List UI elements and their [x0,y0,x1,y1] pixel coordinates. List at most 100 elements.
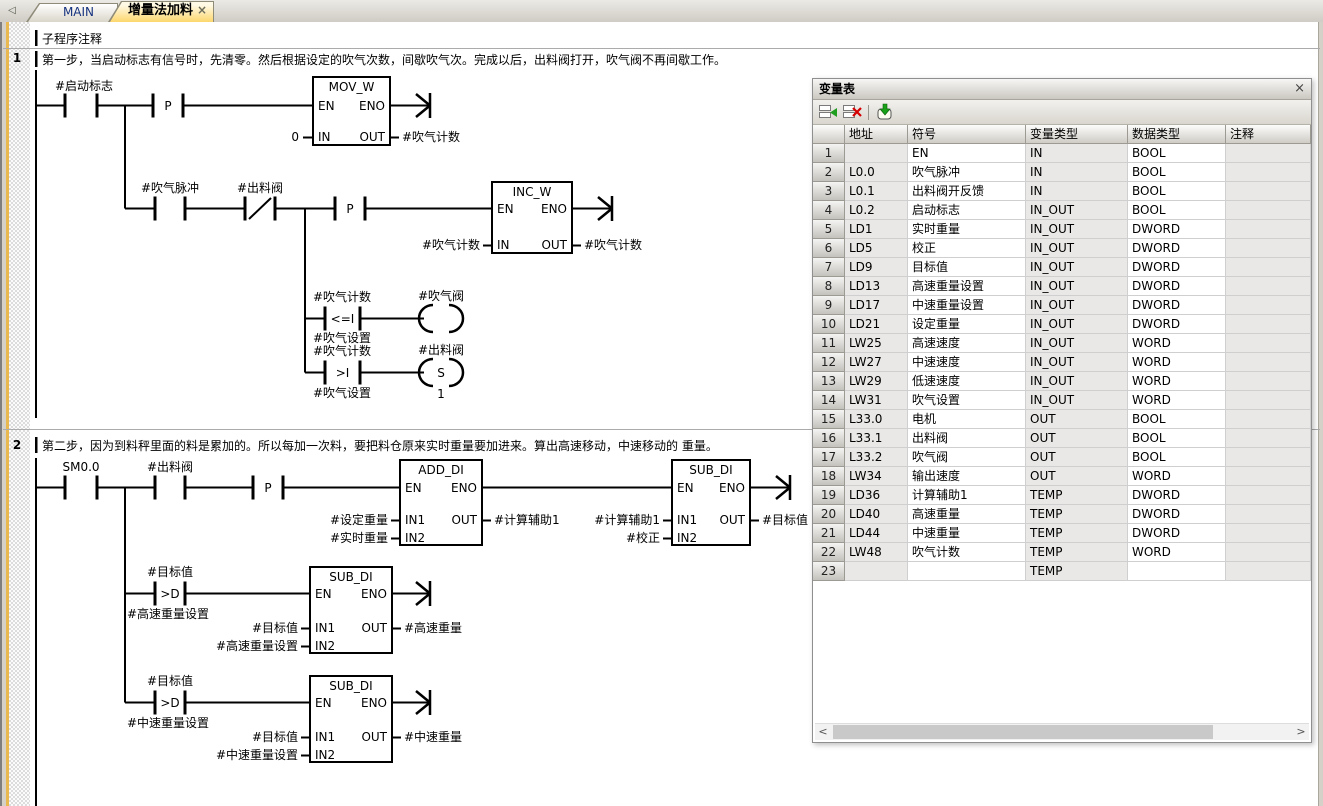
inc-in-operand[interactable]: #吹气计数 [422,237,480,252]
var-cell-sym[interactable]: 低速速度 [908,372,1026,391]
coil-blow-valve-label[interactable]: #吹气阀 [418,288,464,303]
var-cell-num[interactable]: 5 [813,220,845,239]
var-cell-addr[interactable]: LD1 [845,220,908,239]
var-cell-vtype[interactable]: IN_OUT [1026,239,1128,258]
var-cell-sym[interactable]: 中速重量 [908,524,1026,543]
var-cell-cmt[interactable] [1226,144,1311,163]
inc-out-operand[interactable]: #吹气计数 [584,237,642,252]
var-cell-cmt[interactable] [1226,163,1311,182]
contact-outlet-valve[interactable]: #出料阀 [147,460,193,500]
var-cell-cmt[interactable] [1226,524,1311,543]
cmpB-bottom-operand[interactable]: #中速重量设置 [127,715,209,730]
var-cell-num[interactable]: 9 [813,296,845,315]
contact-positive-edge-1[interactable]: P [153,94,183,118]
var-cell-addr[interactable]: LW27 [845,353,908,372]
var-cell-num[interactable]: 23 [813,562,845,581]
var-cell-vtype[interactable]: IN_OUT [1026,296,1128,315]
var-cell-sym[interactable]: 实时重量 [908,220,1026,239]
var-cell-num[interactable]: 14 [813,391,845,410]
var-cell-sym[interactable]: 电机 [908,410,1026,429]
var-cell-addr[interactable]: L33.1 [845,429,908,448]
var-cell-vtype[interactable]: IN [1026,182,1128,201]
var-cell-dtype[interactable]: BOOL [1128,182,1226,201]
sub2-in2-operand[interactable]: #高速重量设置 [216,638,298,653]
network-2-comment[interactable]: 第二步，因为到料秤里面的料是累加的。所以每加一次料，要把料仓原来实时重量要加进来… [42,438,718,453]
cmpA-top-operand[interactable]: #目标值 [147,564,193,579]
var-cell-addr[interactable]: LD44 [845,524,908,543]
var-cell-num[interactable]: 4 [813,201,845,220]
var-cell-num[interactable]: 16 [813,429,845,448]
coil-set-count[interactable]: 1 [437,387,445,401]
var-cell-vtype[interactable]: IN_OUT [1026,353,1128,372]
scrollbar-thumb[interactable] [833,725,1213,739]
sub-di-block-3[interactable]: SUB_DI EN ENO IN1 IN2 OUT #目标值 #中速重量设置 #… [216,676,462,762]
var-cell-cmt[interactable] [1226,201,1311,220]
var-cell-sym[interactable]: 高速速度 [908,334,1026,353]
mov-in-operand[interactable]: 0 [291,130,299,144]
add-in1-operand[interactable]: #设定重量 [330,512,388,527]
var-cell-vtype[interactable]: TEMP [1026,543,1128,562]
var-cell-num[interactable]: 22 [813,543,845,562]
var-cell-sym[interactable]: 吹气设置 [908,391,1026,410]
var-cell-addr[interactable]: LD5 [845,239,908,258]
var-cell-sym[interactable]: 设定重量 [908,315,1026,334]
var-cell-dtype[interactable]: WORD [1128,467,1226,486]
var-cell-cmt[interactable] [1226,182,1311,201]
var-cell-num[interactable]: 18 [813,467,845,486]
var-cell-addr[interactable]: LD21 [845,315,908,334]
var-cell-addr[interactable]: LW29 [845,372,908,391]
var-cell-num[interactable]: 21 [813,524,845,543]
var-cell-vtype[interactable]: OUT [1026,448,1128,467]
var-cell-num[interactable]: 11 [813,334,845,353]
var-cell-vtype[interactable]: OUT [1026,467,1128,486]
var-cell-cmt[interactable] [1226,448,1311,467]
contact-outlet-valve-nc[interactable]: #出料阀 [237,181,283,221]
var-cell-num[interactable]: 12 [813,353,845,372]
var-cell-dtype[interactable]: DWORD [1128,315,1226,334]
contact-outlet-valve-label[interactable]: #出料阀 [237,181,283,195]
var-cell-addr[interactable]: LD36 [845,486,908,505]
var-cell-cmt[interactable] [1226,239,1311,258]
sub3-out-operand[interactable]: #中速重量 [404,729,462,744]
var-cell-cmt[interactable] [1226,486,1311,505]
var-cell-dtype[interactable]: BOOL [1128,201,1226,220]
var-cell-num[interactable]: 15 [813,410,845,429]
apply-table-button[interactable] [874,102,896,122]
var-cell-dtype[interactable]: DWORD [1128,239,1226,258]
var-cell-vtype[interactable]: IN_OUT [1026,220,1128,239]
var-cell-vtype[interactable]: TEMP [1026,486,1128,505]
var-cell-sym[interactable]: 计算辅助1 [908,486,1026,505]
cmp2-top-operand[interactable]: #吹气计数 [313,343,371,358]
var-cell-num[interactable]: 1 [813,144,845,163]
var-cell-vtype[interactable]: IN_OUT [1026,201,1128,220]
var-cell-addr[interactable]: LD13 [845,277,908,296]
var-cell-sym[interactable]: 出料阀 [908,429,1026,448]
contact-blow-pulse[interactable]: #吹气脉冲 [141,180,199,221]
delete-row-button[interactable] [841,102,863,122]
var-cell-dtype[interactable]: BOOL [1128,410,1226,429]
var-cell-cmt[interactable] [1226,505,1311,524]
var-cell-num[interactable]: 6 [813,239,845,258]
var-cell-cmt[interactable] [1226,353,1311,372]
var-cell-cmt[interactable] [1226,429,1311,448]
add-out-operand[interactable]: #计算辅助1 [494,512,560,527]
contact-sm00[interactable]: SM0.0 [62,460,99,500]
panel-close-icon[interactable]: × [1294,79,1305,99]
sub1-in1-operand[interactable]: #计算辅助1 [594,512,660,527]
var-cell-dtype[interactable]: BOOL [1128,448,1226,467]
var-col-comment[interactable]: 注释 [1226,125,1311,144]
contact-sm00-label[interactable]: SM0.0 [62,460,99,474]
coil-set-outlet-valve[interactable]: #出料阀 S 1 [418,343,464,401]
sub-di-block-1[interactable]: SUB_DI EN ENO IN1 IN2 OUT #计算辅助1 #校正 #目标… [594,460,808,545]
var-col-symbol[interactable]: 符号 [908,125,1026,144]
sub1-in2-operand[interactable]: #校正 [626,530,660,545]
var-cell-num[interactable]: 8 [813,277,845,296]
var-cell-vtype[interactable]: IN_OUT [1026,334,1128,353]
sub2-out-operand[interactable]: #高速重量 [404,620,462,635]
var-cell-num[interactable]: 2 [813,163,845,182]
subroutine-comment[interactable]: 子程序注释 [42,31,102,46]
contact-positive-edge-2[interactable]: P [335,197,365,221]
var-cell-dtype[interactable]: DWORD [1128,505,1226,524]
mov-out-operand[interactable]: #吹气计数 [402,129,460,144]
cmpB-top-operand[interactable]: #目标值 [147,673,193,688]
